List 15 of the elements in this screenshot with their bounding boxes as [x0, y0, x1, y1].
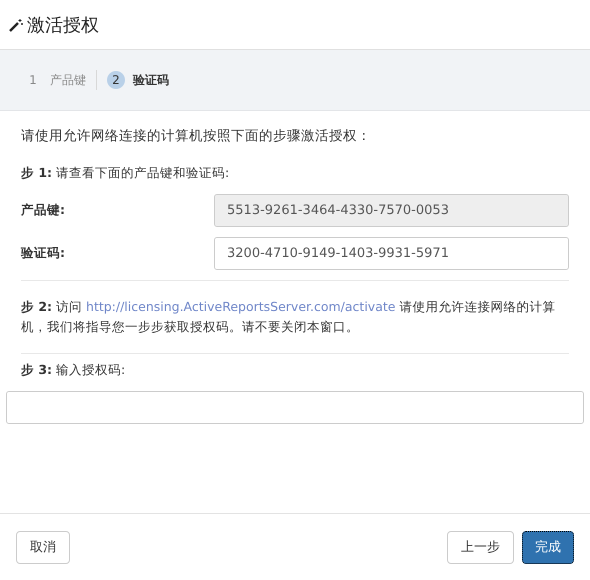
text-button[interactable]: 取消 [16, 530, 70, 564]
step-tab[interactable]: 2 验证码 [107, 71, 169, 89]
finish-button[interactable]: 完成 [522, 530, 574, 564]
magic-wand-icon [9, 18, 23, 32]
input-field[interactable]: 3200-4710-9149-1403-9931-5971 [214, 237, 569, 270]
input-field[interactable] [6, 391, 584, 424]
text-button[interactable]: 上一步 [447, 530, 514, 564]
step-heading: 步 1: 请查看下面的产品键和验证码: [21, 165, 230, 182]
field-label: 验证码: [21, 245, 66, 262]
intro-text: 请使用允许网络连接的计算机按照下面的步骤激活授权： [21, 127, 372, 145]
field-label: 产品键: [21, 202, 66, 219]
activation-link[interactable]: http://licensing.ActiveReportsServer.com/activate [86, 299, 396, 314]
window-title: 激活授权 [27, 14, 99, 36]
step-text: 步 2: 访问 http://licensing.ActiveReportsServer.com/activate 请使用允许连接网络的计算机，我们将指导您一步步获取授权码。请不要关闭本窗口。 [21, 298, 556, 336]
step-heading: 步 3: 输入授权码: [21, 362, 126, 379]
